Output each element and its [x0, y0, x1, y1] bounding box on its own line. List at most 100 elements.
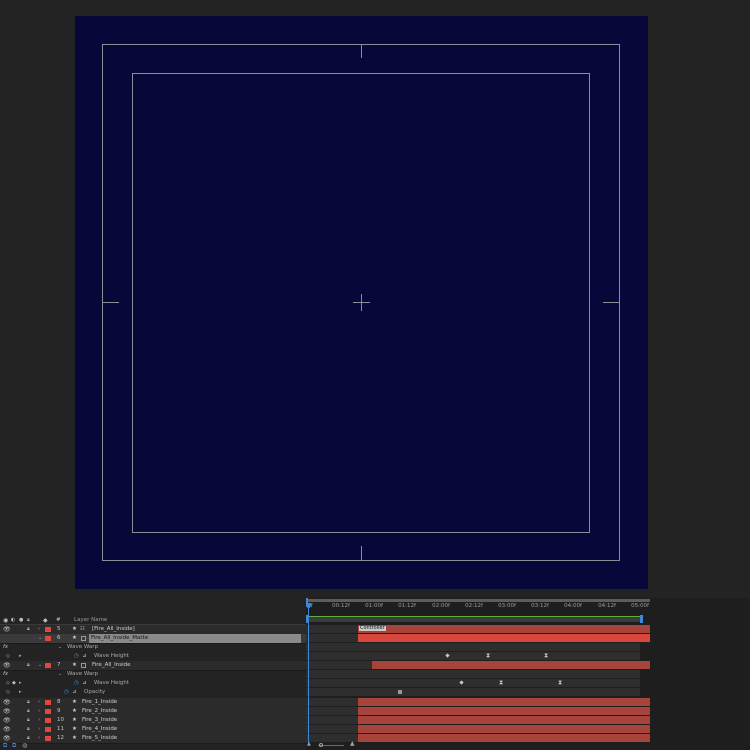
next-keyframe-icon[interactable]: ▸ — [19, 652, 24, 661]
work-area-bar[interactable] — [308, 616, 640, 622]
layer-duration-bar[interactable] — [358, 734, 650, 742]
shy-star-icon[interactable]: ★ — [72, 716, 77, 725]
eye-icon[interactable]: 👁︎ — [3, 707, 11, 716]
time-navigator[interactable] — [306, 599, 650, 602]
property-track[interactable] — [306, 688, 640, 696]
lock-icon[interactable]: 🔒︎ — [27, 725, 33, 734]
graph-icon[interactable]: ⊿ — [72, 688, 77, 697]
graph-icon[interactable]: ⊿ — [82, 652, 87, 661]
expand-arrow-icon[interactable]: › — [38, 707, 43, 716]
shy-star-icon[interactable]: ★ — [72, 725, 77, 734]
label-swatch[interactable] — [45, 700, 51, 705]
hold-keyframe[interactable]: ⧗ — [499, 680, 503, 686]
property-track[interactable] — [306, 652, 640, 660]
shy-star-icon[interactable]: ★ — [72, 661, 77, 670]
expand-arrow-icon[interactable]: › — [38, 734, 43, 743]
expand-arrow-icon[interactable]: › — [38, 625, 43, 634]
label-swatch[interactable] — [45, 627, 51, 632]
effect-row[interactable]: fx ⌄ Wave Warp — [0, 643, 306, 652]
layer-name[interactable]: Fire_2_Inside — [82, 707, 117, 716]
shy-star-icon[interactable]: ★ — [72, 707, 77, 716]
lock-icon[interactable]: 🔒︎ — [27, 616, 33, 625]
mountain-small-icon[interactable]: ▲ — [307, 741, 311, 747]
zoom-slider-handle[interactable] — [319, 743, 323, 747]
opacity-keyframe[interactable] — [398, 690, 402, 694]
hold-keyframe[interactable]: ⧗ — [558, 680, 562, 686]
hold-keyframe[interactable]: ⧗ — [544, 653, 548, 659]
property-row[interactable]: ◇ ▸ ◷ ⊿ Opacity — [0, 688, 306, 697]
expand-arrow-icon[interactable]: › — [38, 725, 43, 734]
expand-arrow-icon[interactable]: ⌄ — [38, 634, 43, 643]
toggle-switches-icon[interactable]: ⧉ — [12, 742, 16, 750]
layer-marker-label[interactable]: Controller — [359, 626, 386, 631]
keyframe-nav-icon[interactable]: ◇ — [6, 688, 10, 697]
shy-star-icon[interactable]: ★ — [72, 625, 77, 634]
property-row[interactable]: ◇ ◆ ▸ ◷ ⊿ Wave Height — [0, 679, 306, 688]
eye-icon[interactable]: ◉ — [3, 616, 10, 625]
layer-duration-bar[interactable] — [372, 661, 650, 669]
expand-arrow-icon[interactable]: ⌄ — [58, 670, 63, 679]
effect-name[interactable]: Wave Warp — [67, 670, 98, 679]
layer-duration-bar[interactable] — [358, 625, 650, 633]
label-swatch[interactable] — [45, 736, 51, 741]
label-swatch[interactable] — [45, 709, 51, 714]
eye-icon[interactable]: 👁︎ — [3, 725, 11, 734]
keyframe-nav-icon[interactable]: ◇ — [6, 652, 10, 661]
layer-duration-bar[interactable] — [358, 707, 650, 715]
layer-name[interactable]: Fire_1_Inside — [82, 698, 117, 707]
eye-icon[interactable]: 👁︎ — [3, 661, 11, 670]
layer-duration-bar[interactable] — [358, 716, 650, 724]
label-swatch[interactable] — [45, 636, 51, 641]
layer-name[interactable]: Fire_3_Inside — [82, 716, 117, 725]
solo-icon[interactable]: ● — [19, 616, 23, 625]
property-row[interactable]: ◇ ▸ ◷ ⊿ Wave Height — [0, 652, 306, 661]
layer-duration-bar[interactable] — [358, 698, 650, 706]
composition-viewer[interactable] — [0, 0, 750, 598]
lock-icon[interactable]: 🔒︎ — [27, 661, 33, 670]
layer-name[interactable]: [Fire_All_Inside] — [92, 625, 135, 634]
expand-arrow-icon[interactable]: › — [38, 716, 43, 725]
shy-star-icon[interactable]: ★ — [72, 634, 77, 643]
label-swatch[interactable] — [45, 727, 51, 732]
layer-panel[interactable]: ◉ ◐ ● 🔒︎ ◆ # Layer Name 👁︎ 🔒︎ › 5 ★ ☷ [F… — [0, 598, 306, 750]
shy-star-icon[interactable]: ★ — [72, 734, 77, 743]
timeline-panel[interactable]: ◉ ◐ ● 🔒︎ ◆ # Layer Name 👁︎ 🔒︎ › 5 ★ ☷ [F… — [0, 598, 750, 750]
expand-arrow-icon[interactable]: ⌄ — [38, 661, 43, 670]
shy-star-icon[interactable]: ★ — [72, 698, 77, 707]
work-area-end-handle[interactable] — [640, 615, 643, 623]
next-keyframe-icon[interactable]: ▸ — [19, 688, 24, 697]
stopwatch-icon[interactable]: ◷ — [74, 652, 79, 661]
eye-icon[interactable]: 👁︎ — [3, 698, 11, 707]
hold-keyframe[interactable]: ⧗ — [486, 653, 490, 659]
lock-icon[interactable]: 🔒︎ — [27, 716, 33, 725]
property-track[interactable] — [306, 679, 640, 687]
time-graph[interactable]: 0f 00:12f 01:00f 01:12f 02:00f 02:12f 03… — [306, 598, 750, 750]
render-time-icon[interactable]: ◍ — [22, 742, 27, 749]
layer-name[interactable]: Fire_5_Inside — [82, 734, 117, 743]
label-swatch[interactable] — [45, 718, 51, 723]
lock-icon[interactable]: 🔒︎ — [27, 734, 33, 743]
lock-icon[interactable]: 🔒︎ — [27, 625, 33, 634]
expand-arrow-icon[interactable]: › — [38, 698, 43, 707]
effect-name[interactable]: Wave Warp — [67, 643, 98, 652]
composition-mini-flowchart-icon[interactable]: ⧉ — [3, 742, 7, 750]
playhead-line[interactable] — [308, 608, 309, 743]
layer-name-field[interactable]: Fire_All_Inside_Matte — [89, 634, 301, 643]
layer-row[interactable]: 👁︎ 🔒︎ › 12 ★ Fire_5_Inside — [0, 734, 306, 744]
layer-duration-bar-selected[interactable] — [358, 634, 650, 642]
layer-duration-bar[interactable] — [358, 725, 650, 733]
label-swatch[interactable] — [45, 663, 51, 668]
mountain-large-icon[interactable]: ▲ — [350, 740, 355, 747]
tag-icon[interactable]: ◆ — [43, 616, 48, 625]
lock-icon[interactable]: 🔒︎ — [27, 698, 33, 707]
add-keyframe-icon[interactable]: ◆ — [12, 679, 16, 688]
keyframe-nav-icon[interactable]: ◇ — [6, 679, 10, 688]
graph-icon[interactable]: ⊿ — [82, 679, 87, 688]
stopwatch-icon[interactable]: ◷ — [64, 688, 69, 697]
composition-canvas[interactable] — [75, 16, 648, 589]
eye-icon[interactable]: 👁︎ — [3, 716, 11, 725]
lock-icon[interactable]: 🔒︎ — [27, 707, 33, 716]
effect-row[interactable]: fx ⌄ Wave Warp — [0, 670, 306, 679]
expand-arrow-icon[interactable]: ⌄ — [58, 643, 63, 652]
layer-name[interactable]: Fire_4_Inside — [82, 725, 117, 734]
